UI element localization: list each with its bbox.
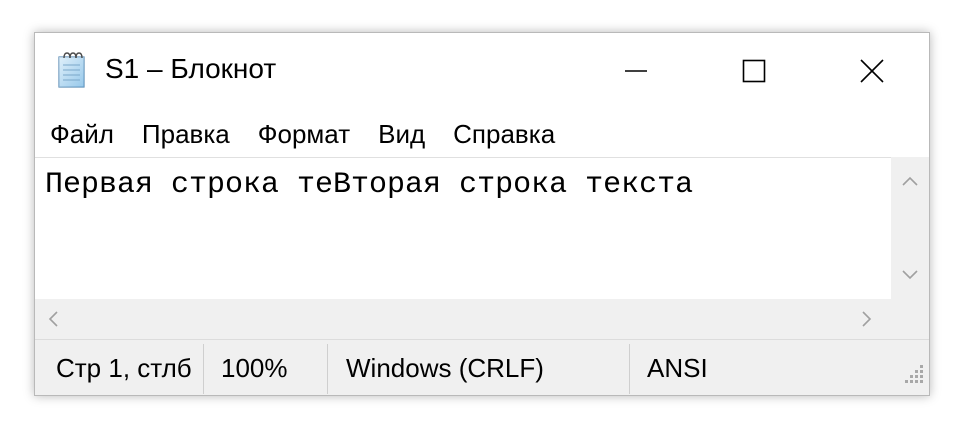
notepad-icon bbox=[58, 52, 85, 88]
horizontal-scrollbar[interactable] bbox=[35, 299, 891, 339]
status-divider bbox=[327, 344, 328, 394]
vertical-scrollbar[interactable] bbox=[891, 157, 929, 299]
status-position: Стр 1, стлб bbox=[56, 353, 192, 383]
maximize-icon bbox=[742, 59, 766, 83]
editor-content[interactable]: Первая строка теВторая строка текста bbox=[45, 168, 693, 202]
menu-view[interactable]: Вид bbox=[364, 119, 439, 150]
status-bar: Стр 1, стлб 100% Windows (CRLF) ANSI bbox=[35, 339, 929, 395]
menu-file[interactable]: Файл bbox=[35, 119, 128, 150]
maximize-button[interactable] bbox=[695, 33, 813, 109]
menu-edit[interactable]: Правка bbox=[128, 119, 244, 150]
menu-help[interactable]: Справка bbox=[439, 119, 569, 150]
scroll-left-icon[interactable] bbox=[43, 308, 65, 330]
scroll-right-icon[interactable] bbox=[855, 308, 877, 330]
scroll-corner bbox=[891, 299, 929, 339]
title-bar[interactable]: S1 – Блокнот bbox=[35, 33, 929, 109]
notepad-window: S1 – Блокнот Файл Правка Формат Вид Спра… bbox=[34, 32, 930, 396]
window-title: S1 – Блокнот bbox=[105, 53, 277, 84]
status-encoding: ANSI bbox=[647, 353, 708, 383]
status-divider bbox=[629, 344, 630, 394]
text-editor[interactable]: Первая строка теВторая строка текста bbox=[35, 157, 891, 300]
status-line-endings: Windows (CRLF) bbox=[346, 353, 544, 383]
close-icon bbox=[860, 59, 884, 83]
close-button[interactable] bbox=[813, 33, 931, 109]
scroll-down-icon[interactable] bbox=[899, 263, 921, 285]
scroll-up-icon[interactable] bbox=[899, 171, 921, 193]
menu-format[interactable]: Формат bbox=[244, 119, 364, 150]
status-divider bbox=[203, 344, 204, 394]
minimize-button[interactable] bbox=[577, 33, 695, 109]
resize-grip-icon[interactable] bbox=[901, 361, 925, 385]
status-zoom: 100% bbox=[221, 353, 288, 383]
menu-bar: Файл Правка Формат Вид Справка bbox=[35, 113, 929, 155]
minimize-icon bbox=[625, 70, 647, 72]
